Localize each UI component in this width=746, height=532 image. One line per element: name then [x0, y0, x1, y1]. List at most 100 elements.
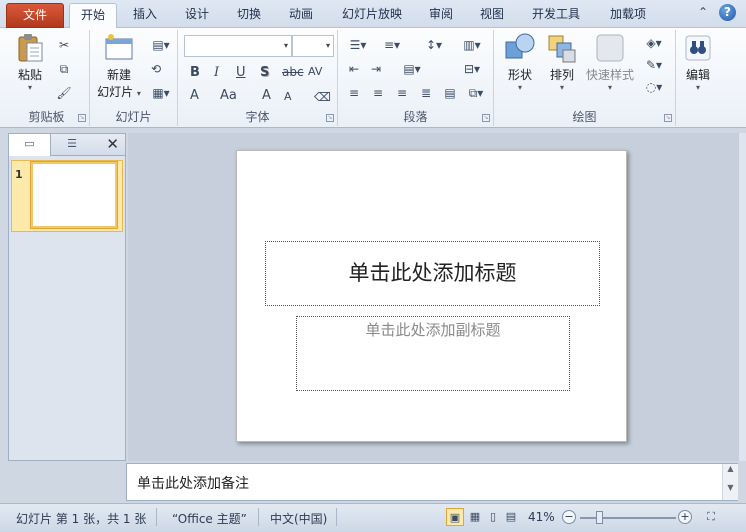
- font-color-button[interactable]: A: [190, 88, 199, 103]
- tab-insert[interactable]: 插入: [124, 3, 166, 28]
- close-pane-icon[interactable]: ✕: [106, 135, 119, 153]
- quick-styles-button[interactable]: 快速样式 ▾: [584, 32, 636, 92]
- font-launcher-icon[interactable]: ↘: [326, 114, 334, 122]
- tab-outline[interactable]: ☰: [51, 134, 93, 156]
- notes-scrollbar[interactable]: ▲ ▼: [722, 464, 738, 500]
- reading-view-icon[interactable]: ▯: [484, 508, 502, 526]
- reset-icon[interactable]: ⟲: [148, 62, 164, 76]
- shadow-button[interactable]: S: [260, 65, 269, 80]
- font-name-combo[interactable]: ▾: [184, 35, 292, 57]
- arrange-dropdown-icon[interactable]: ▾: [542, 83, 582, 92]
- tab-animations[interactable]: 动画: [280, 3, 322, 28]
- underline-button[interactable]: U: [236, 65, 246, 80]
- copy-icon[interactable]: ⧉: [56, 62, 72, 76]
- distributed-icon[interactable]: ▤: [442, 86, 458, 100]
- editing-label: 编辑: [685, 68, 710, 82]
- decrease-indent-icon[interactable]: ⇤: [346, 62, 362, 76]
- tab-slideshow[interactable]: 幻灯片放映: [333, 3, 411, 28]
- new-slide-dropdown-icon[interactable]: ▾: [137, 89, 141, 98]
- tab-developer[interactable]: 开发工具: [524, 3, 588, 28]
- change-case-button[interactable]: Aa: [220, 88, 237, 103]
- paragraph-launcher-icon[interactable]: ↘: [482, 114, 490, 122]
- format-painter-icon[interactable]: 🖌: [56, 86, 72, 100]
- text-direction-icon[interactable]: ▤▾: [400, 62, 424, 76]
- tab-view[interactable]: 视图: [471, 3, 513, 28]
- section-icon[interactable]: ▦▾: [148, 86, 174, 100]
- justify-icon[interactable]: ≣: [418, 86, 434, 100]
- shape-outline-icon[interactable]: ✎▾: [640, 58, 668, 72]
- font-size-combo[interactable]: ▾: [292, 35, 334, 57]
- font-size-dropdown-icon[interactable]: ▾: [326, 41, 330, 50]
- cut-icon[interactable]: ✂: [56, 38, 72, 52]
- notes-pane[interactable]: 单击此处添加备注: [126, 463, 738, 501]
- help-icon[interactable]: ?: [719, 4, 736, 21]
- zoom-slider-track[interactable]: [580, 517, 676, 519]
- tab-review[interactable]: 审阅: [420, 3, 462, 28]
- align-center-icon[interactable]: ≡: [370, 86, 386, 100]
- notes-placeholder: 单击此处添加备注: [137, 476, 249, 492]
- shape-fill-icon[interactable]: ◈▾: [640, 36, 668, 50]
- numbering-icon[interactable]: ≡▾: [380, 38, 404, 52]
- clear-formatting-icon[interactable]: ⌫: [314, 90, 331, 104]
- shape-effects-icon[interactable]: ◌▾: [640, 80, 668, 94]
- slide-thumbnail[interactable]: [31, 162, 117, 228]
- status-theme[interactable]: “Office 主题”: [172, 510, 247, 527]
- bold-button[interactable]: B: [190, 65, 200, 80]
- grow-font-button[interactable]: A: [262, 88, 271, 103]
- tab-addins[interactable]: 加载项: [600, 3, 656, 28]
- drawing-group: 形状 ▾ 排列 ▾ 快速样式 ▾ ◈▾ ✎▾ ◌▾ 绘图 ↘: [494, 30, 676, 126]
- minimize-ribbon-icon[interactable]: ⌃: [698, 5, 708, 19]
- layout-icon[interactable]: ▤▾: [148, 38, 174, 52]
- paste-dropdown-icon[interactable]: ▾: [10, 83, 50, 92]
- bullets-icon[interactable]: ☰▾: [346, 38, 370, 52]
- font-name-dropdown-icon[interactable]: ▾: [284, 41, 288, 50]
- status-bar: 幻灯片 第 1 张，共 1 张 “Office 主题” 中文(中国) ▣ ▦ ▯…: [0, 503, 746, 532]
- tab-design[interactable]: 设计: [176, 3, 218, 28]
- drawing-group-label: 绘图: [572, 110, 597, 124]
- status-separator: [258, 508, 259, 526]
- scroll-up-icon[interactable]: ▲: [723, 464, 738, 473]
- title-placeholder[interactable]: 单击此处添加标题: [265, 241, 600, 306]
- new-slide-icon: [103, 32, 135, 64]
- drawing-launcher-icon[interactable]: ↘: [664, 114, 672, 122]
- smartart-icon[interactable]: ⧉▾: [464, 86, 488, 100]
- align-text-icon[interactable]: ⊟▾: [460, 62, 484, 76]
- paste-button[interactable]: 粘贴 ▾: [10, 32, 50, 92]
- new-slide-button[interactable]: 新建 幻灯片 ▾: [94, 32, 144, 100]
- zoom-slider-thumb[interactable]: [596, 511, 603, 524]
- status-language[interactable]: 中文(中国): [270, 510, 327, 527]
- align-right-icon[interactable]: ≡: [394, 86, 410, 100]
- font-group-label: 字体: [245, 110, 270, 124]
- editing-dropdown-icon[interactable]: ▾: [680, 83, 716, 92]
- fit-to-window-icon[interactable]: ⛶: [702, 508, 720, 526]
- shrink-font-button[interactable]: A: [284, 90, 292, 103]
- subtitle-placeholder[interactable]: 单击此处添加副标题: [296, 316, 570, 391]
- shapes-button[interactable]: 形状 ▾: [500, 32, 540, 92]
- tab-home[interactable]: 开始: [69, 3, 117, 29]
- zoom-in-icon[interactable]: +: [678, 510, 692, 524]
- editing-button[interactable]: 编辑 ▾: [680, 32, 716, 92]
- arrange-button[interactable]: 排列 ▾: [542, 32, 582, 92]
- line-spacing-icon[interactable]: ↕▾: [422, 38, 446, 52]
- align-left-icon[interactable]: ≡: [346, 86, 362, 100]
- zoom-level[interactable]: 41%: [528, 510, 555, 524]
- quick-styles-dropdown-icon[interactable]: ▾: [584, 83, 636, 92]
- clipboard-launcher-icon[interactable]: ↘: [78, 114, 86, 122]
- scroll-down-icon[interactable]: ▼: [723, 483, 738, 492]
- slideshow-view-icon[interactable]: ▤: [502, 508, 520, 526]
- tab-slides-thumbnails[interactable]: ▭: [9, 134, 51, 156]
- paragraph-group: ☰▾ ≡▾ ↕▾ ▥▾ ⇤ ⇥ ▤▾ ⊟▾ ≡ ≡ ≡ ≣ ▤ ⧉▾ 段落 ↘: [338, 30, 494, 126]
- zoom-out-icon[interactable]: −: [562, 510, 576, 524]
- tab-file[interactable]: 文件: [6, 3, 64, 28]
- normal-view-icon[interactable]: ▣: [446, 508, 464, 526]
- slide-sorter-view-icon[interactable]: ▦: [466, 508, 484, 526]
- columns-icon[interactable]: ▥▾: [460, 38, 484, 52]
- tab-transitions[interactable]: 切换: [228, 3, 270, 28]
- char-spacing-button[interactable]: AV: [308, 65, 322, 78]
- shapes-dropdown-icon[interactable]: ▾: [500, 83, 540, 92]
- increase-indent-icon[interactable]: ⇥: [368, 62, 384, 76]
- strikethrough-button[interactable]: abc: [282, 65, 304, 79]
- arrange-icon: [546, 32, 578, 64]
- italic-button[interactable]: I: [214, 65, 219, 80]
- vertical-scrollbar[interactable]: [739, 133, 746, 461]
